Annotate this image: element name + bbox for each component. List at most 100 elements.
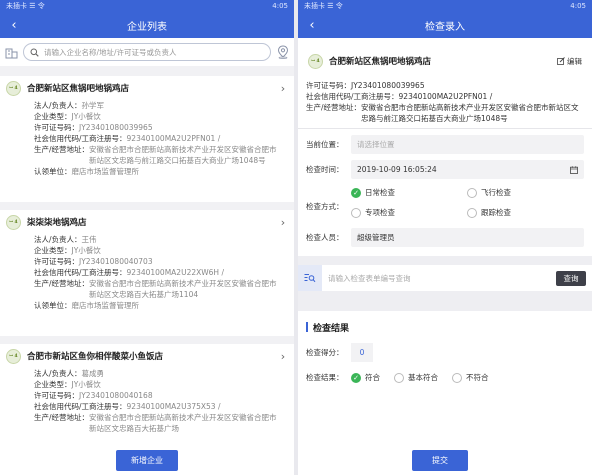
card-header: ꟷ 4 柒柒柒地锅鸡店 › <box>0 210 294 234</box>
credit-row: 社会信用代码/工商注册号： 92340100MA2U22XW6H / <box>0 267 294 278</box>
address-label: 生产/经营地址： <box>34 145 90 154</box>
status-carrier: 未插卡 ☰ 令 <box>6 2 45 10</box>
radio-circle-icon <box>452 372 462 383</box>
result-label: 检查结果： <box>306 373 344 382</box>
unit-value: 磨店市场监督管理所 <box>71 167 140 176</box>
inspector-value: 超级管理员 <box>357 233 395 242</box>
back-icon[interactable]: ‹ <box>304 17 320 33</box>
type-label: 企业类型： <box>34 380 72 389</box>
add-enterprise-button[interactable]: 新增企业 <box>116 450 178 471</box>
title-bar: ‹ 企业列表 <box>0 12 294 38</box>
search-icon <box>30 48 39 57</box>
section-accent <box>306 322 308 332</box>
enterprise-logo-icon: ꟷ 4 <box>6 80 21 96</box>
check-icon: ✓ <box>351 187 361 198</box>
section-gap <box>298 256 592 265</box>
radio-daily[interactable]: ✓ 日常检查 <box>351 187 467 198</box>
radio-tracking[interactable]: 跟踪检查 <box>467 207 567 218</box>
address-label: 生产/经营地址： <box>34 279 90 288</box>
inspector-row: 检查人员： 超级管理员 <box>298 228 592 247</box>
type-value: JY小餐饮 <box>71 246 101 255</box>
card-header: ꟷ 4 合肥新站区焦锅吧地锅鸡店 › <box>0 76 294 100</box>
time-row: 检查时间： 2019-10-09 16:05:24 <box>298 160 592 179</box>
license-label: 许可证号码： <box>34 257 79 266</box>
chevron-right-icon: › <box>280 349 286 363</box>
address-value: 安徽省合肥市合肥新站高新技术产业开发区安徽省合肥市新站区文忠路百大拓基广场 <box>89 413 277 433</box>
search-row: 请输入企业名称/地址/许可证号或负责人 <box>0 38 294 66</box>
license-row: 许可证号码： JY23401080039965 <box>306 80 584 91</box>
credit-value: 92340100MA2U375X53 / <box>126 402 221 411</box>
radio-label: 飞行检查 <box>481 188 511 197</box>
method-radio-group: ✓ 日常检查 飞行检查 专项检查 跟踪检查 <box>351 187 567 218</box>
score-field[interactable]: 0 <box>351 343 373 362</box>
query-input[interactable]: 请输入检查表单编号查询 <box>328 273 550 284</box>
search-input[interactable]: 请输入企业名称/地址/许可证号或负责人 <box>23 43 271 61</box>
license-value: JY23401080040703 <box>79 257 153 266</box>
method-row: 检查方式： ✓ 日常检查 飞行检查 专项检查 跟踪检查 <box>298 187 592 218</box>
building-icon[interactable] <box>4 45 18 59</box>
chevron-right-icon: › <box>280 215 286 229</box>
time-value: 2019-10-09 16:05:24 <box>357 165 437 174</box>
edit-button[interactable]: 编辑 <box>557 56 582 67</box>
inspection-entry-screen: 未插卡 ☰ 令 4:05 ‹ 检查录入 ꟷ 4 合肥新站区焦锅吧地锅鸡店 编辑 … <box>298 0 592 475</box>
result-section-title: 检查结果 <box>298 317 592 337</box>
license-label: 许可证号码： <box>306 81 351 90</box>
radio-label: 符合 <box>365 373 380 382</box>
company-name: 合肥新站区焦锅吧地锅鸡店 <box>329 57 432 67</box>
status-time: 4:05 <box>570 2 586 10</box>
location-placeholder: 请选择位置 <box>357 140 395 149</box>
license-value: JY23401080039965 <box>351 81 425 90</box>
address-row: 生产/经营地址： 安徽省合肥市合肥新站高新技术产业开发区安徽省合肥市新站区文忠路百… <box>0 412 294 434</box>
score-label: 检查得分： <box>306 348 344 357</box>
inspector-field[interactable]: 超级管理员 <box>351 228 584 247</box>
query-row: 请输入检查表单编号查询 查询 <box>298 265 592 291</box>
credit-row: 社会信用代码/工商注册号： 92340100MA2U375X53 / <box>0 401 294 412</box>
radio-conform[interactable]: ✓ 符合 <box>351 372 380 383</box>
submit-button[interactable]: 提交 <box>412 450 468 471</box>
back-icon[interactable]: ‹ <box>6 17 22 33</box>
radio-nonconform[interactable]: 不符合 <box>452 372 489 383</box>
credit-value: 92340100MA2U2PFN01 / <box>398 92 493 101</box>
type-row: 企业类型： JY小餐饮 <box>0 245 294 256</box>
title-bar: ‹ 检查录入 <box>298 12 592 38</box>
address-row: 生产/经营地址： 安徽省合肥市合肥新站高新技术产业开发区安徽省合肥市新站区文忠路与… <box>0 144 294 166</box>
method-label: 检查方式： <box>306 202 344 211</box>
address-row: 生产/经营地址： 安徽省合肥市合肥新站高新技术产业开发区安徽省合肥市新站区文忠路百… <box>0 278 294 300</box>
address-label: 生产/经营地址： <box>306 103 362 112</box>
inspector-label: 检查人员： <box>306 233 344 242</box>
enterprise-card[interactable]: ꟷ 4 柒柒柒地锅鸡店 › 法人/负责人： 王伟 企业类型： JY小餐饮 许可证号码… <box>0 210 294 336</box>
location-pin-icon[interactable] <box>276 45 290 59</box>
credit-row: 社会信用代码/工商注册号： 92340100MA2U2PFN01 / <box>0 133 294 144</box>
legal-row: 法人/负责人： 王伟 <box>0 234 294 245</box>
time-label: 检查时间： <box>306 165 344 174</box>
enterprise-card[interactable]: ꟷ 4 合肥新站区焦锅吧地锅鸡店 › 法人/负责人： 孙学军 企业类型： JY小餐饮… <box>0 76 294 202</box>
score-value: 0 <box>359 348 365 357</box>
type-value: JY小餐饮 <box>71 112 101 121</box>
form-search-icon <box>298 265 322 291</box>
legal-row: 法人/负责人： 葛成勇 <box>0 368 294 379</box>
credit-row: 社会信用代码/工商注册号： 92340100MA2U2PFN01 / <box>306 91 584 102</box>
radio-special[interactable]: 专项检查 <box>351 207 467 218</box>
type-row: 企业类型： JY小餐饮 <box>0 379 294 390</box>
radio-flight[interactable]: 飞行检查 <box>467 187 567 198</box>
legal-label: 法人/负责人： <box>34 235 82 244</box>
time-field[interactable]: 2019-10-09 16:05:24 <box>351 160 584 179</box>
license-value: JY23401080040168 <box>79 391 153 400</box>
radio-circle-icon <box>467 187 477 198</box>
location-field[interactable]: 请选择位置 <box>351 135 584 154</box>
radio-label: 跟踪检查 <box>481 208 511 217</box>
result-title: 检查结果 <box>313 323 350 334</box>
type-label: 企业类型： <box>34 246 72 255</box>
radio-label: 专项检查 <box>365 208 395 217</box>
score-row: 检查得分： 0 <box>298 343 592 362</box>
unit-row: 认领单位： 磨店市场监督管理所 <box>0 166 294 177</box>
radio-basic-conform[interactable]: 基本符合 <box>394 372 438 383</box>
address-value: 安徽省合肥市合肥新站高新技术产业开发区安徽省合肥市新站区文忠路百大拓基广场110… <box>89 279 277 299</box>
status-bar: 未插卡 ☰ 令 4:05 <box>0 0 294 12</box>
unit-row: 认领单位： 磨店市场监督管理所 <box>0 300 294 311</box>
result-radio-group: ✓ 符合 基本符合 不符合 <box>351 372 489 383</box>
address-value: 安徽省合肥市合肥新站高新技术产业开发区安徽省合肥市新站区文忠路与前江路交口拓基百… <box>361 103 579 123</box>
license-label: 许可证号码： <box>34 123 79 132</box>
query-button[interactable]: 查询 <box>556 270 586 286</box>
license-row: 许可证号码： JY23401080040168 <box>0 390 294 401</box>
